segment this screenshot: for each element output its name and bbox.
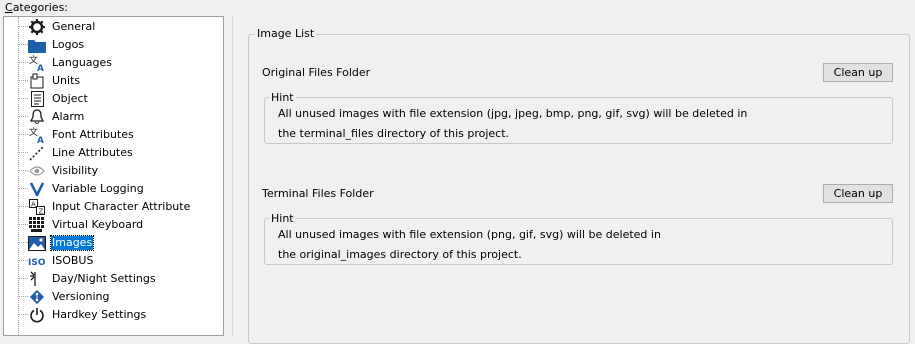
tree-connector	[19, 314, 28, 315]
power-icon	[28, 307, 46, 323]
tree-connector	[19, 26, 28, 27]
image-icon	[28, 235, 46, 251]
original-files-folder-label: Original Files Folder	[262, 66, 371, 79]
tree-item-label: Versioning	[52, 290, 110, 303]
document-icon	[28, 91, 46, 107]
svg-text:A: A	[31, 201, 36, 209]
svg-text:A: A	[37, 64, 44, 71]
day-night-icon	[28, 271, 46, 287]
folder-icon	[28, 37, 46, 53]
language-icon: 文A	[28, 55, 46, 71]
original-hint-title: Hint	[269, 91, 296, 105]
svg-text:ISO: ISO	[28, 258, 46, 266]
tree-item-units[interactable]: Units	[4, 72, 223, 90]
tree-item-label: Input Character Attribute	[52, 200, 191, 213]
tree-item-line-attributes[interactable]: Line Attributes	[4, 144, 223, 162]
gear-icon	[28, 19, 46, 35]
tree-connector	[19, 296, 28, 297]
iso-icon: ISO	[28, 253, 46, 269]
terminal-hint-line-2: the original_images directory of this pr…	[278, 248, 522, 261]
keyboard-icon	[28, 217, 46, 233]
tree-item-label: Languages	[52, 56, 113, 69]
tree-item-virtual-keyboard[interactable]: Virtual Keyboard	[4, 216, 223, 234]
tree-item-visibility[interactable]: Visibility	[4, 162, 223, 180]
font-icon: 文A	[28, 127, 46, 143]
tree-item-label: Variable Logging	[52, 182, 144, 195]
tree-item-general[interactable]: General	[4, 18, 223, 36]
v-icon	[28, 181, 46, 197]
categories-tree[interactable]: General Logos 文 A Languages Units Object Alarm 文…	[3, 16, 224, 336]
image-list-title: Image List	[255, 27, 317, 41]
tree-connector	[19, 116, 28, 117]
tree-item-logos[interactable]: Logos	[4, 36, 223, 54]
terminal-hint-line-1: All unused images with file extension (p…	[278, 228, 661, 241]
tree-item-label: Font Attributes	[52, 128, 134, 141]
tree-connector	[19, 170, 28, 171]
original-hint-box: Hint All unused images with file extensi…	[264, 91, 893, 144]
versioning-icon	[28, 289, 46, 305]
line-icon	[28, 145, 46, 161]
eye-icon	[28, 163, 46, 179]
tree-item-variable-logging[interactable]: Variable Logging	[4, 180, 223, 198]
tree-connector	[19, 134, 28, 135]
svg-text:A: A	[37, 136, 44, 143]
tree-item-label: Alarm	[52, 110, 85, 123]
original-clean-up-button[interactable]: Clean up	[823, 63, 893, 82]
tree-item-label: Units	[52, 74, 81, 87]
tree-connector	[19, 278, 28, 279]
terminal-clean-up-button[interactable]: Clean up	[823, 184, 893, 203]
tree-item-alarm[interactable]: Alarm	[4, 108, 223, 126]
tree-item-label: Virtual Keyboard	[52, 218, 144, 231]
bell-icon	[28, 109, 46, 125]
tree-item-images[interactable]: Images	[4, 234, 223, 252]
tree-item-hardkey-settings[interactable]: Hardkey Settings	[4, 306, 223, 324]
tree-item-languages[interactable]: 文 A Languages	[4, 54, 223, 72]
tree-item-input-character-attribute[interactable]: A Z Input Character Attribute	[4, 198, 223, 216]
tree-connector	[19, 242, 28, 243]
tree-connector	[19, 98, 28, 99]
image-list-group: Image List Original Files Folder Clean u…	[248, 27, 910, 344]
tree-item-day-night-settings[interactable]: Day/Night Settings	[4, 270, 223, 288]
tree-item-label: Logos	[52, 38, 85, 51]
tree-item-label: Line Attributes	[52, 146, 133, 159]
terminal-hint-box: Hint All unused images with file extensi…	[264, 212, 893, 265]
terminal-hint-title: Hint	[269, 212, 296, 226]
original-hint-line-1: All unused images with file extension (j…	[278, 107, 748, 120]
tree-connector	[19, 152, 28, 153]
tree-connector	[19, 206, 28, 207]
tree-item-label: Hardkey Settings	[52, 308, 147, 321]
input-char-icon: AZ	[28, 199, 46, 215]
tree-item-object[interactable]: Object	[4, 90, 223, 108]
original-hint-line-2: the terminal_files directory of this pro…	[278, 127, 510, 140]
tree-item-label: Visibility	[52, 164, 99, 177]
tree-item-versioning[interactable]: Versioning	[4, 288, 223, 306]
tree-item-label: Images	[49, 235, 95, 251]
tree-connector	[19, 224, 28, 225]
terminal-files-folder-label: Terminal Files Folder	[262, 187, 374, 200]
tree-connector	[19, 44, 28, 45]
image-list-panel: Image List Original Files Folder Clean u…	[232, 16, 915, 344]
tree-connector	[19, 62, 28, 63]
tree-item-label: General	[52, 20, 96, 33]
tree-item-label: ISOBUS	[52, 254, 94, 267]
tree-connector	[19, 188, 28, 189]
tree-item-font-attributes[interactable]: 文 A Font Attributes	[4, 126, 223, 144]
tree-item-isobus[interactable]: ISO ISOBUS	[4, 252, 223, 270]
tree-connector	[19, 80, 28, 81]
units-icon	[28, 73, 46, 89]
tree-item-label: Day/Night Settings	[52, 272, 156, 285]
categories-label: Categories:	[5, 1, 69, 14]
tree-connector	[19, 260, 28, 261]
svg-text:Z: Z	[39, 208, 44, 216]
tree-item-label: Object	[52, 92, 88, 105]
